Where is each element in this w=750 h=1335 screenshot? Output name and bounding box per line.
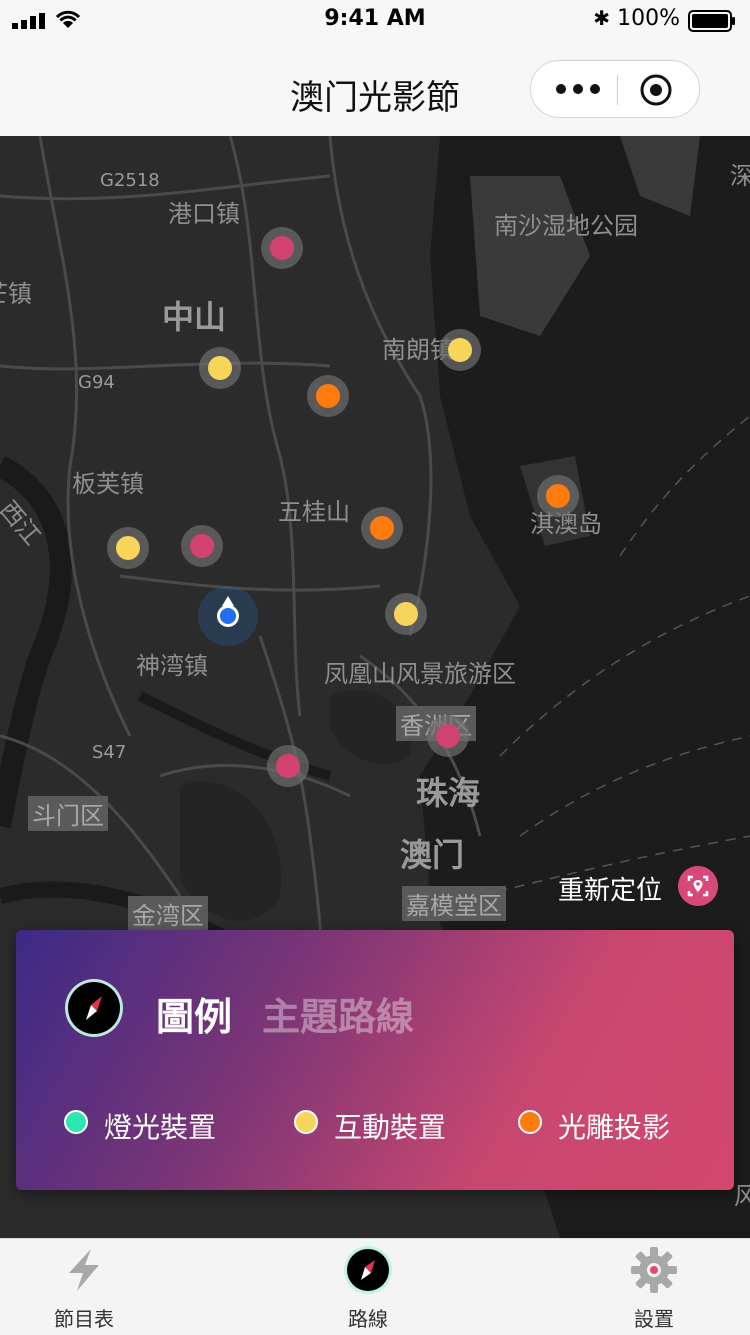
battery-percent: 100%	[617, 6, 680, 31]
place-label: 斗门区	[28, 796, 108, 831]
place-label: 珠海	[416, 774, 481, 812]
map-marker-light[interactable]	[107, 527, 149, 569]
tab-label: 設置	[634, 1307, 674, 1331]
compass-icon	[344, 1246, 392, 1294]
legend-swatch	[64, 1110, 88, 1134]
place-label: 神湾镇	[136, 652, 208, 680]
map-marker-light[interactable]	[385, 593, 427, 635]
tab-legend[interactable]: 圖例	[156, 986, 232, 1041]
place-label: 金湾区	[128, 896, 208, 931]
place-label: 中山	[162, 298, 227, 336]
relocate-icon[interactable]	[678, 866, 718, 906]
map-marker-interactive[interactable]	[267, 745, 309, 787]
user-location-marker	[198, 586, 258, 646]
place-label: 板芙镇	[72, 470, 144, 498]
tab-theme-routes[interactable]: 主題路線	[262, 986, 414, 1041]
tab-routes[interactable]: 路線	[298, 1239, 438, 1335]
legend-panel: 圖例 主題路線 燈光裝置 互動裝置 光雕投影	[16, 930, 734, 1190]
place-label: 芒镇	[0, 280, 32, 308]
tab-settings[interactable]: 設置	[584, 1239, 724, 1335]
legend-label: 燈光裝置	[104, 1111, 217, 1144]
place-label: 五桂山	[278, 498, 350, 526]
place-label: S47	[92, 742, 127, 763]
map-marker-interactive[interactable]	[427, 715, 469, 757]
bluetooth-icon: ✱	[593, 6, 610, 30]
map-marker-projection[interactable]	[307, 375, 349, 417]
tab-bar: 節目表 路線 設置	[0, 1238, 750, 1335]
legend-label: 光雕投影	[558, 1111, 671, 1144]
close-target-icon[interactable]	[639, 73, 673, 107]
place-label: G2518	[100, 170, 160, 191]
map-marker-projection[interactable]	[361, 507, 403, 549]
map-marker-light[interactable]	[439, 329, 481, 371]
battery-icon	[688, 10, 735, 32]
capsule-divider	[617, 75, 618, 105]
legend-label: 互動裝置	[334, 1111, 447, 1144]
place-label: 澳门	[400, 836, 465, 874]
tab-label: 節目表	[54, 1307, 114, 1331]
compass-icon	[65, 979, 123, 1037]
status-bar: 9:41 AM ✱ 100%	[0, 0, 750, 40]
gear-icon	[631, 1247, 677, 1293]
map-marker-interactive[interactable]	[181, 525, 223, 567]
relocate-label[interactable]: 重新定位	[558, 870, 662, 907]
legend-swatch	[294, 1110, 318, 1134]
tab-label: 路線	[348, 1307, 388, 1331]
miniprogram-capsule	[530, 60, 700, 118]
place-label: 南沙湿地公园	[494, 212, 638, 240]
lightning-icon	[69, 1249, 99, 1291]
place-label: 港口镇	[168, 200, 240, 228]
legend-swatch	[518, 1110, 542, 1134]
place-label: 凤凰山风景旅游区	[324, 660, 516, 688]
place-label: 深	[730, 162, 750, 190]
location-dot-icon	[217, 605, 239, 627]
more-icon[interactable]	[555, 77, 601, 101]
place-label: 风乏	[734, 1182, 750, 1210]
map-marker-interactive[interactable]	[261, 227, 303, 269]
place-label: 嘉模堂区	[402, 886, 506, 921]
place-label: G94	[78, 372, 115, 393]
map-marker-projection[interactable]	[537, 475, 579, 517]
tab-program[interactable]: 節目表	[14, 1239, 154, 1335]
nav-bar: 澳门光影節	[0, 40, 750, 136]
map-marker-light[interactable]	[199, 347, 241, 389]
